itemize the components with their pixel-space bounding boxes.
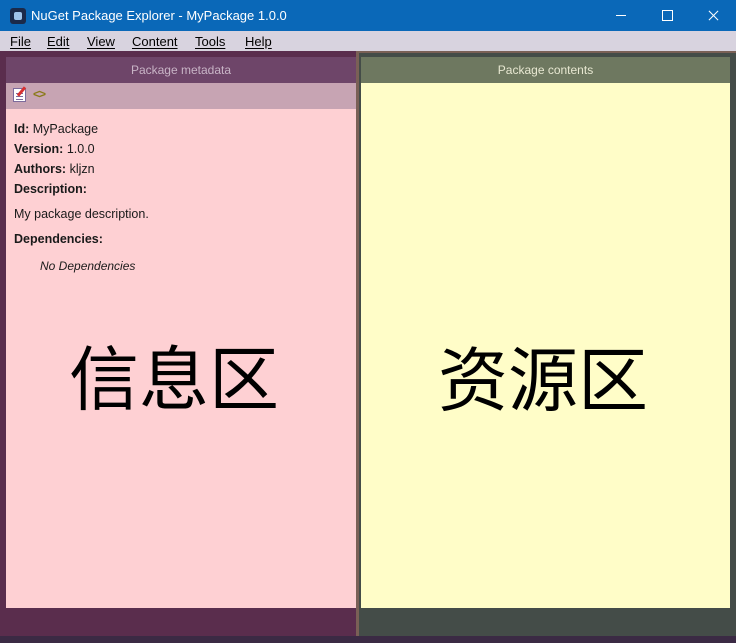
menu-help[interactable]: Help	[245, 34, 272, 49]
menu-bar: File Edit View Content Tools Help	[0, 31, 736, 51]
menu-file[interactable]: File	[10, 34, 31, 49]
contents-highlight-frame	[357, 51, 736, 636]
menu-content[interactable]: Content	[132, 34, 178, 49]
close-button[interactable]	[690, 0, 736, 31]
maximize-button[interactable]	[644, 0, 690, 31]
menu-tools[interactable]: Tools	[195, 34, 225, 49]
title-bar: NuGet Package Explorer - MyPackage 1.0.0	[0, 0, 736, 31]
nuget-app-icon	[10, 8, 26, 24]
menu-edit[interactable]: Edit	[47, 34, 69, 49]
minimize-button[interactable]	[598, 0, 644, 31]
menu-view[interactable]: View	[87, 34, 115, 49]
window-title: NuGet Package Explorer - MyPackage 1.0.0	[31, 8, 287, 23]
metadata-highlight-frame	[0, 51, 358, 636]
